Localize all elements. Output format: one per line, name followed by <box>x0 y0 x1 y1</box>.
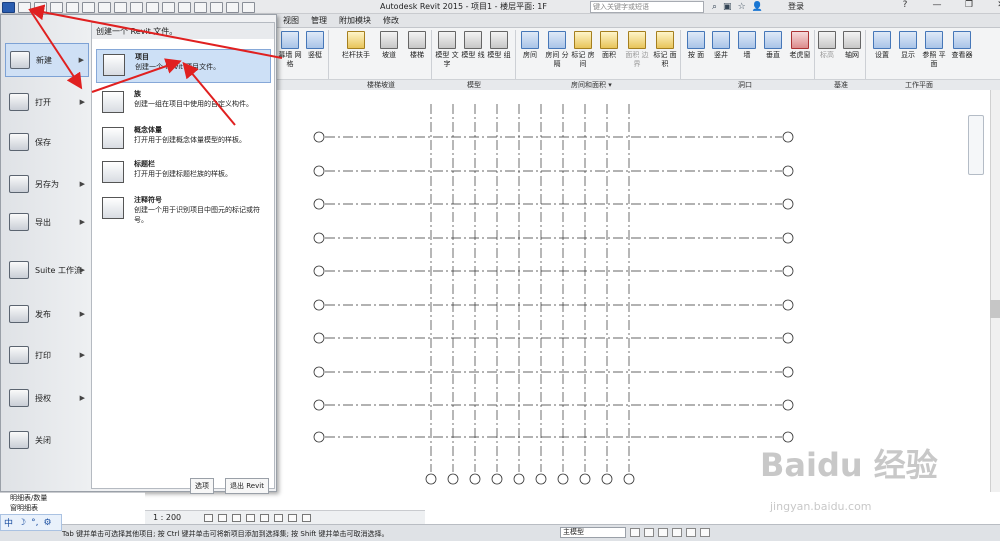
baidu-watermark-logo: Baidu 经验 <box>760 446 938 484</box>
status-bar: Tab 键并单击可选择其他项目; 按 Ctrl 键并单击可将新项目添加到选择集;… <box>0 524 1000 541</box>
ime-mode[interactable]: 中 <box>4 516 13 529</box>
ime-toolbar[interactable]: 中 ☽ °, ⚙ <box>0 514 62 531</box>
status-right-controls: 主模型 <box>560 526 710 539</box>
shadows-icon[interactable] <box>246 513 255 522</box>
baidu-watermark-url: jingyan.baidu.com <box>770 500 872 513</box>
active-model-select[interactable]: 主模型 <box>560 527 626 538</box>
detail-level-icon[interactable] <box>204 513 213 522</box>
select-pinned-icon[interactable] <box>658 528 668 537</box>
select-links-icon[interactable] <box>630 528 640 537</box>
settings-icon[interactable]: ⚙ <box>43 518 51 528</box>
browser-item[interactable]: 窗明细表 <box>10 503 145 513</box>
view-scale[interactable]: 1 : 200 <box>153 513 199 522</box>
drag-elements-icon[interactable] <box>686 528 696 537</box>
reveal-hidden-icon[interactable] <box>302 513 311 522</box>
half-width-icon[interactable]: ☽ <box>18 518 26 528</box>
project-browser[interactable]: 明细表/数量 窗明细表 <box>0 492 145 514</box>
sun-path-icon[interactable] <box>232 513 241 522</box>
show-crop-icon[interactable] <box>274 513 283 522</box>
select-underlay-icon[interactable] <box>644 528 654 537</box>
browser-item[interactable]: 明细表/数量 <box>10 493 145 503</box>
crop-view-icon[interactable] <box>260 513 269 522</box>
filter-icon[interactable] <box>700 528 710 537</box>
punctuation-icon[interactable]: °, <box>31 518 38 528</box>
temp-hide-icon[interactable] <box>288 513 297 522</box>
view-control-bar: 1 : 200 <box>145 510 425 524</box>
visual-style-icon[interactable] <box>218 513 227 522</box>
select-by-face-icon[interactable] <box>672 528 682 537</box>
